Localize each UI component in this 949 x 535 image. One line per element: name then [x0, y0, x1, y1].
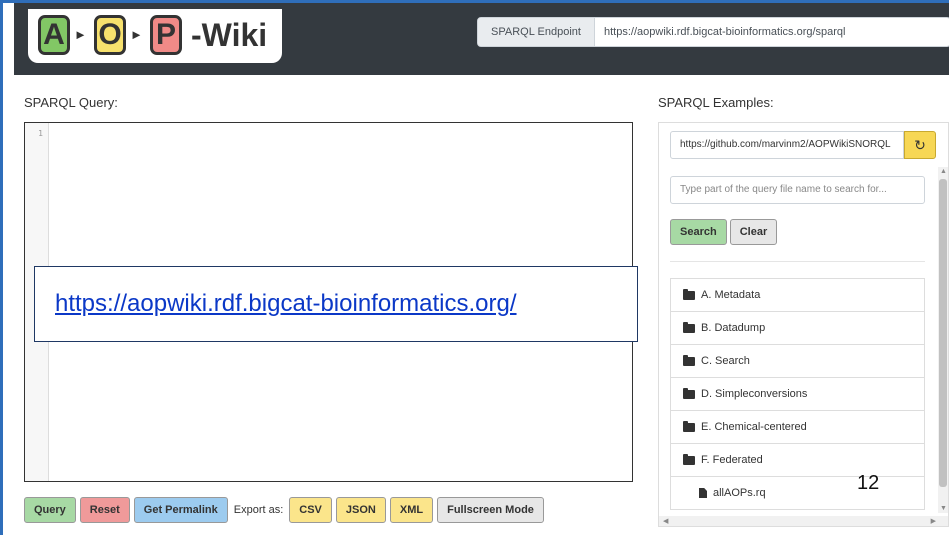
- logo-letter-a: A: [38, 15, 70, 55]
- horizontal-scrollbar[interactable]: ◀ ▶: [659, 516, 948, 526]
- export-xml-button[interactable]: XML: [389, 497, 434, 523]
- get-permalink-button[interactable]: Get Permalink: [133, 497, 228, 523]
- endpoint-input[interactable]: https://aopwiki.rdf.bigcat-bioinformatic…: [595, 18, 949, 46]
- query-actions: Query Reset Get Permalink Export as: CSV…: [24, 497, 544, 523]
- query-button[interactable]: Query: [24, 497, 76, 523]
- divider: [670, 261, 925, 262]
- folder-label: D. Simpleconversions: [701, 388, 808, 400]
- export-csv-button[interactable]: CSV: [289, 497, 332, 523]
- aop-wiki-logo[interactable]: A ► O ► P -Wiki: [28, 9, 282, 63]
- export-label: Export as:: [233, 504, 284, 516]
- examples-panel: https://github.com/marvinm2/AOPWikiSNORQ…: [658, 122, 949, 527]
- example-search-input[interactable]: Type part of the query file name to sear…: [670, 176, 925, 204]
- examples-title: SPARQL Examples:: [658, 95, 774, 110]
- file-label: allAOPs.rq: [713, 487, 766, 499]
- folder-icon: [683, 354, 695, 366]
- folder-item[interactable]: D. Simpleconversions: [671, 378, 924, 411]
- folder-label: F. Federated: [701, 454, 763, 466]
- folder-item[interactable]: B. Datadump: [671, 312, 924, 345]
- logo-wiki-text: -Wiki: [191, 17, 268, 53]
- fullscreen-button[interactable]: Fullscreen Mode: [437, 497, 544, 523]
- endpoint-group: SPARQL Endpoint https://aopwiki.rdf.bigc…: [477, 17, 949, 47]
- export-json-button[interactable]: JSON: [335, 497, 386, 523]
- reset-button[interactable]: Reset: [79, 497, 130, 523]
- folder-icon: [683, 453, 695, 465]
- folder-icon: [683, 387, 695, 399]
- folder-item[interactable]: A. Metadata: [671, 279, 924, 312]
- folder-item[interactable]: F. Federated: [671, 444, 924, 477]
- folder-icon: [683, 321, 695, 333]
- slide-frame-left: [0, 0, 3, 535]
- search-actions: Search Clear: [670, 219, 778, 245]
- folder-label: A. Metadata: [701, 289, 761, 301]
- query-title: SPARQL Query:: [24, 95, 118, 110]
- folder-icon: [683, 420, 695, 432]
- clear-button[interactable]: Clear: [729, 219, 778, 245]
- scroll-up-icon[interactable]: ▲: [940, 168, 947, 175]
- logo-arrow-icon: ►: [130, 27, 143, 42]
- url-overlay-link[interactable]: https://aopwiki.rdf.bigcat-bioinformatic…: [34, 266, 638, 342]
- folder-icon: [683, 288, 695, 300]
- repo-url-input[interactable]: https://github.com/marvinm2/AOPWikiSNORQ…: [670, 131, 904, 159]
- app-header: A ► O ► P -Wiki SPARQL Endpoint https://…: [14, 3, 949, 75]
- folder-item[interactable]: C. Search: [671, 345, 924, 378]
- slide-number: 12: [857, 472, 880, 494]
- logo-letter-o: O: [94, 15, 126, 55]
- folder-label: E. Chemical-centered: [701, 421, 807, 433]
- scroll-left-icon[interactable]: ◀: [663, 517, 668, 525]
- examples-tree: A. Metadata B. Datadump C. Search D. Sim…: [670, 278, 925, 510]
- line-number: 1: [38, 129, 43, 138]
- logo-letter-p: P: [150, 15, 182, 55]
- folder-item[interactable]: E. Chemical-centered: [671, 411, 924, 444]
- refresh-icon: ↻: [914, 137, 926, 153]
- search-button[interactable]: Search: [670, 219, 727, 245]
- logo-arrow-icon: ►: [74, 27, 87, 42]
- scroll-right-icon[interactable]: ▶: [931, 517, 936, 525]
- refresh-button[interactable]: ↻: [904, 131, 936, 159]
- file-icon: [699, 488, 707, 498]
- repo-group: https://github.com/marvinm2/AOPWikiSNORQ…: [670, 131, 936, 159]
- folder-label: B. Datadump: [701, 322, 766, 334]
- scrollbar-thumb[interactable]: [939, 179, 947, 487]
- endpoint-label: SPARQL Endpoint: [478, 18, 595, 46]
- scroll-down-icon[interactable]: ▼: [940, 505, 947, 512]
- file-item[interactable]: allAOPs.rq: [671, 477, 924, 510]
- folder-label: C. Search: [701, 355, 750, 367]
